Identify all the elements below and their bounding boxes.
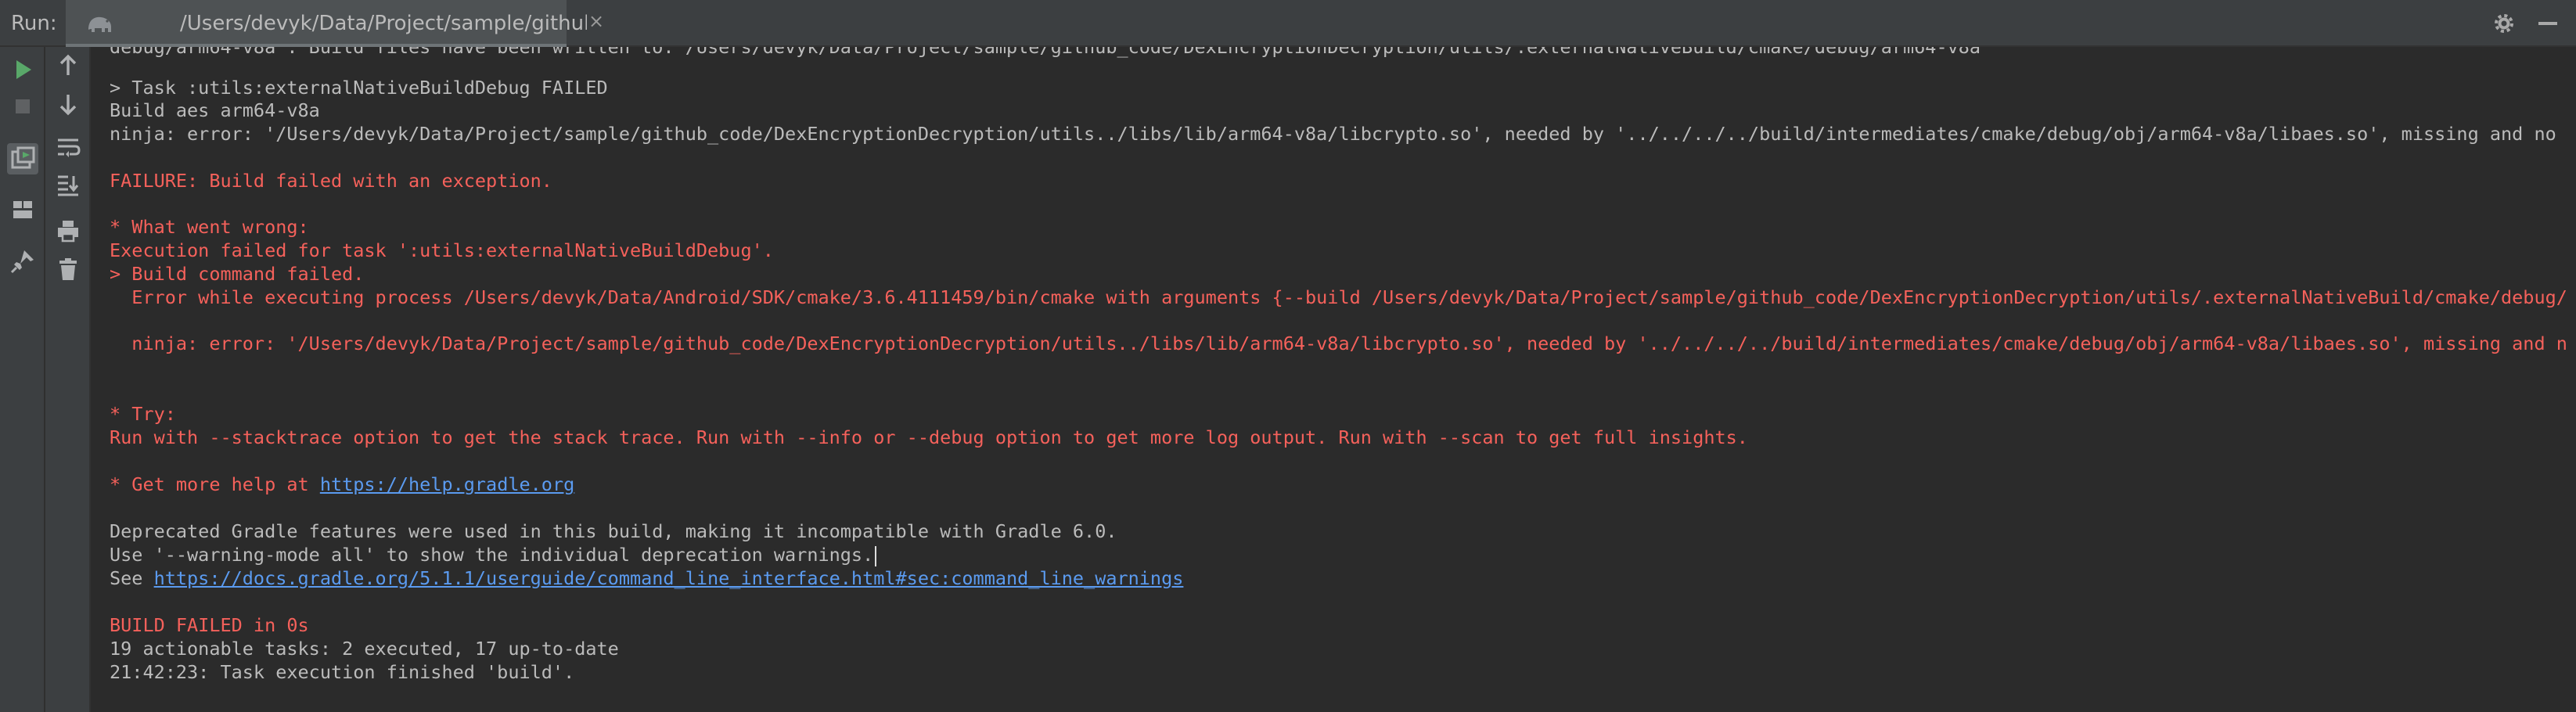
console-error-line: Run with --stacktrace option to get the … [110, 426, 1748, 448]
layout-icon[interactable] [7, 194, 38, 225]
print-icon[interactable] [52, 215, 84, 246]
help-gradle-link[interactable]: https://help.gradle.org [320, 473, 574, 495]
console-line: Deprecated Gradle features were used in … [110, 520, 1117, 542]
console-line: debug/arm64-v8a : Build files have been … [110, 47, 1981, 58]
console-error-line: Execution failed for task ':utils:extern… [110, 239, 774, 261]
run-tab[interactable]: /Users/devyk/Data/Project/sample/github_… [66, 0, 604, 47]
vertical-scrollbar[interactable] [2568, 47, 2576, 712]
console-line: See https://docs.gradle.org/5.1.1/usergu… [110, 566, 1183, 590]
up-arrow-icon[interactable] [52, 50, 84, 81]
run-toolwindow-header: Run: /Users/devyk/Data/Project/sample/gi… [0, 0, 2576, 47]
console-actions-toolbar [45, 47, 91, 712]
console-output[interactable]: debug/arm64-v8a : Build files have been … [91, 47, 2576, 712]
scroll-to-end-icon[interactable] [52, 169, 84, 200]
pin-icon[interactable] [7, 246, 38, 277]
stop-icon[interactable] [7, 91, 38, 122]
console-line: ninja: error: '/Users/devyk/Data/Project… [110, 123, 2576, 145]
console-error-line: * Try: [110, 403, 176, 425]
soft-wrap-icon[interactable] [52, 131, 84, 163]
restore-layout-icon[interactable] [7, 143, 38, 174]
down-arrow-icon[interactable] [52, 88, 84, 120]
console-error-line: Error while executing process /Users/dev… [110, 286, 2576, 308]
gear-icon[interactable] [2491, 11, 2517, 36]
minimize-icon[interactable] [2538, 22, 2557, 25]
see-prefix: See [110, 567, 154, 589]
text-caret [875, 545, 877, 566]
console-line: 19 actionable tasks: 2 executed, 17 up-t… [110, 638, 619, 660]
console-line: Use '--warning-mode all' to show the ind… [110, 543, 877, 566]
run-icon[interactable] [7, 54, 38, 85]
console-error-line: FAILURE: Build failed with an exception. [110, 170, 552, 192]
console-error-line: BUILD FAILED in 0s [110, 614, 309, 636]
run-actions-toolbar [0, 47, 45, 712]
trash-icon[interactable] [52, 254, 84, 285]
console-error-line: * Get more help at https://help.gradle.o… [110, 473, 574, 496]
console-error-line: > Build command failed. [110, 263, 365, 285]
close-tab-icon[interactable]: × [588, 10, 604, 32]
tab-title: /Users/devyk/Data/Project/sample/github_… [180, 12, 587, 35]
console-line: 21:42:23: Task execution finished 'build… [110, 661, 575, 683]
gradle-elephant-icon [88, 16, 111, 32]
console-error-line: ninja: error: '/Users/devyk/Data/Project… [110, 333, 2576, 354]
console-line: Build aes arm64-v8a [110, 99, 320, 121]
help-prefix: * Get more help at [110, 473, 320, 495]
console-error-line: * What went wrong: [110, 216, 309, 238]
warning-mode-text: Use '--warning-mode all' to show the ind… [110, 544, 874, 566]
docs-gradle-link[interactable]: https://docs.gradle.org/5.1.1/userguide/… [154, 567, 1184, 589]
console-line: > Task :utils:externalNativeBuildDebug F… [110, 77, 608, 99]
run-label: Run: [11, 12, 57, 35]
